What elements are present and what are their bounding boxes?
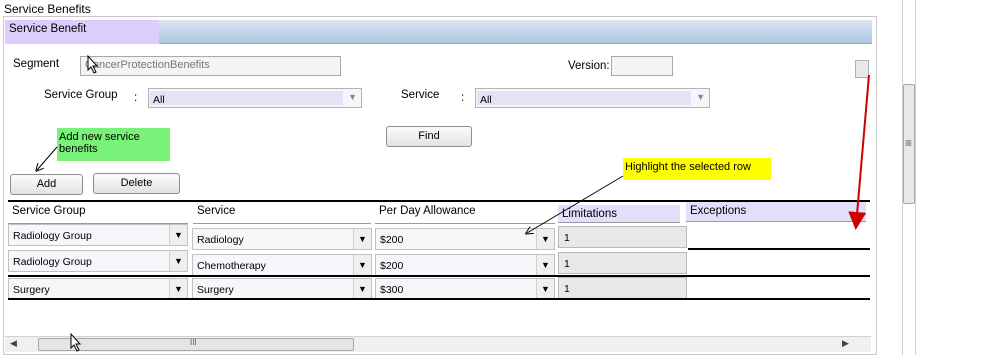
mouse-cursor-icon: [87, 54, 99, 74]
add-callout-arrow: [37, 146, 58, 170]
annotation-layer: [0, 54, 870, 352]
red-arrow: [848, 74, 870, 230]
mouse-cursor-icon: [70, 332, 82, 352]
highlight-callout-arrow: [527, 175, 624, 233]
